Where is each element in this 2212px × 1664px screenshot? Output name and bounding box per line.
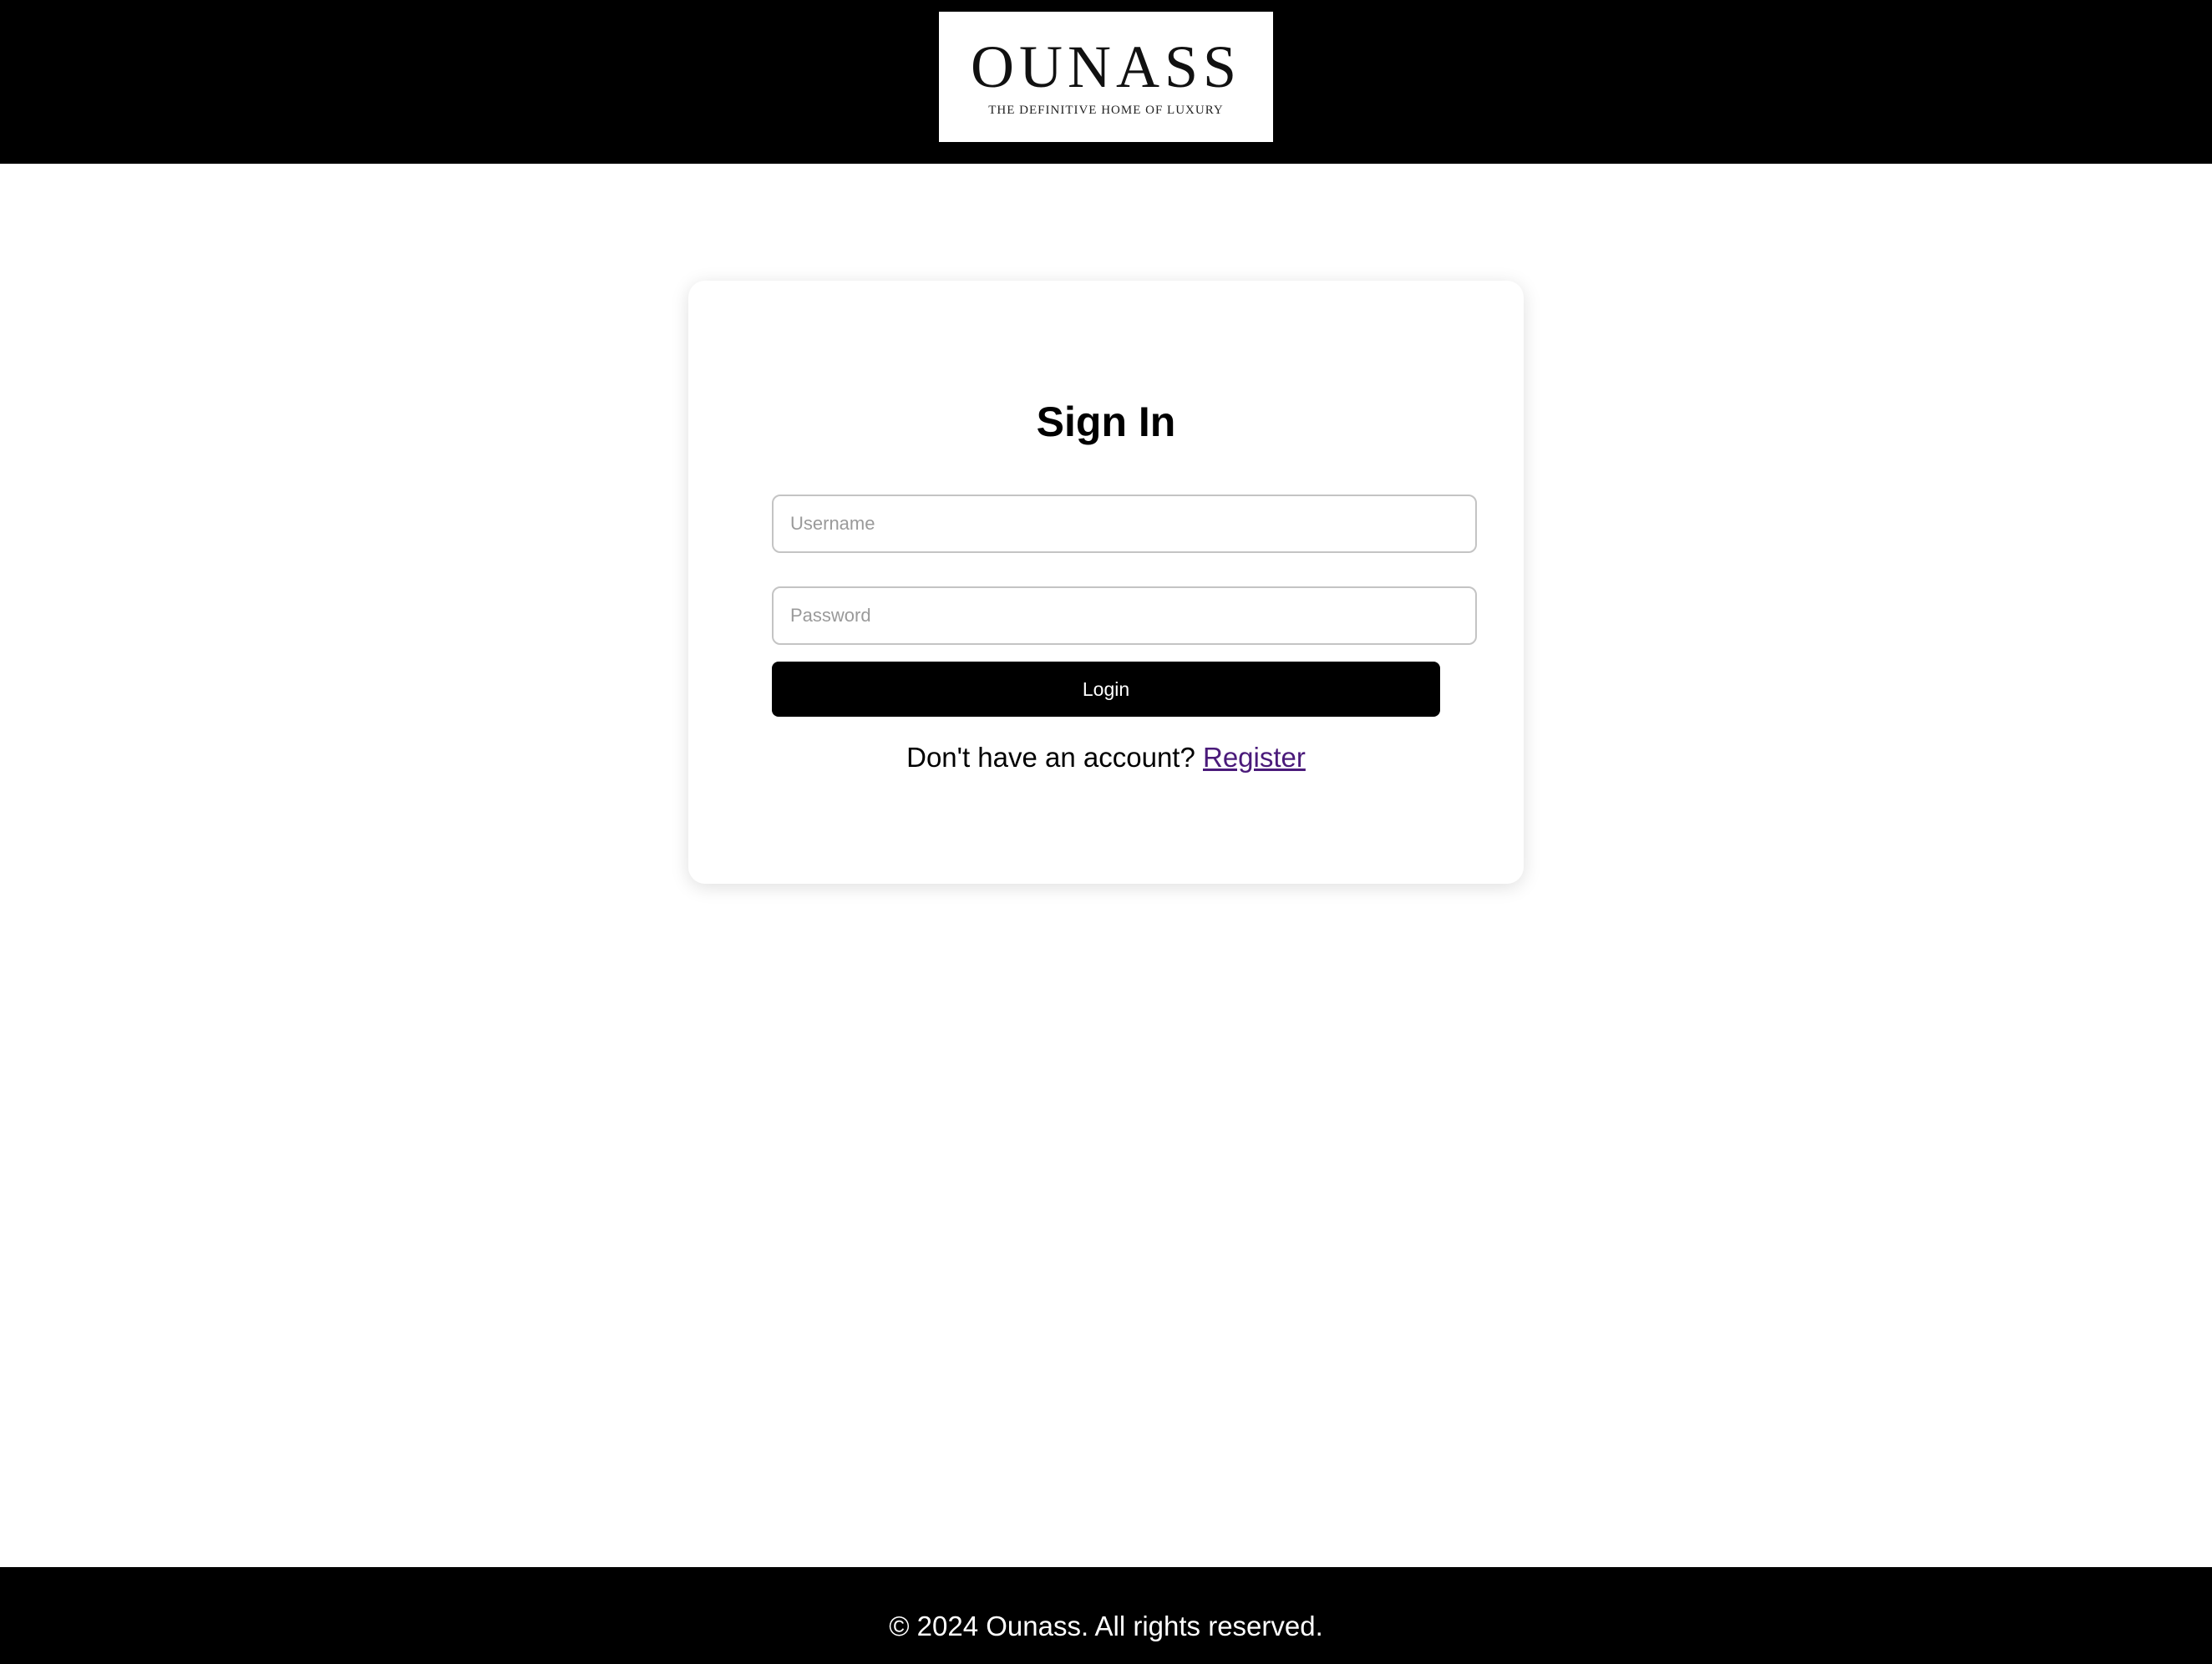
username-input[interactable] xyxy=(772,495,1477,553)
brand-logo[interactable]: OUNASS THE DEFINITIVE HOME OF LUXURY xyxy=(939,12,1273,142)
signin-title: Sign In xyxy=(1036,398,1176,445)
footer-copyright: © 2024 Ounass. All rights reserved. xyxy=(889,1611,1323,1641)
logo-wordmark: OUNASS xyxy=(970,33,1242,100)
login-button[interactable]: Login xyxy=(772,662,1440,717)
password-input[interactable] xyxy=(772,586,1477,645)
site-footer: © 2024 Ounass. All rights reserved. xyxy=(0,1567,2212,1664)
logo-tagline: THE DEFINITIVE HOME OF LUXURY xyxy=(988,104,1224,117)
register-prompt-line: Don't have an account? Register xyxy=(688,742,1524,774)
signin-card: Sign In Login Don't have an account? Reg… xyxy=(688,281,1524,884)
register-link[interactable]: Register xyxy=(1203,742,1306,773)
site-header: OUNASS THE DEFINITIVE HOME OF LUXURY xyxy=(0,0,2212,164)
register-prompt-text: Don't have an account? xyxy=(906,742,1195,773)
page: OUNASS THE DEFINITIVE HOME OF LUXURY Sig… xyxy=(0,0,2212,1664)
